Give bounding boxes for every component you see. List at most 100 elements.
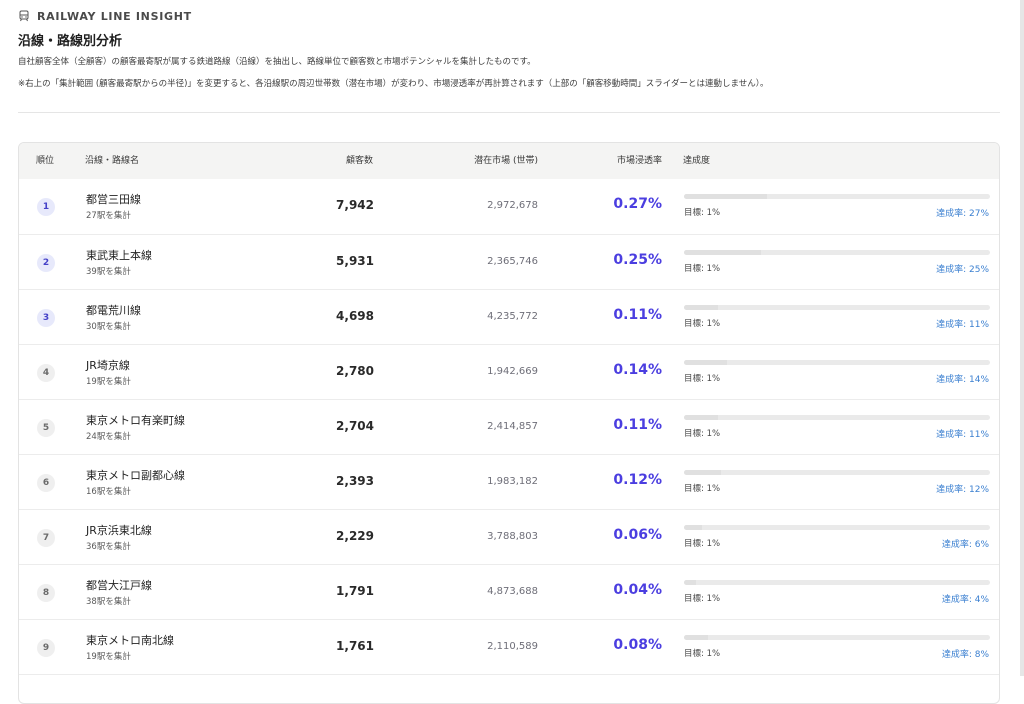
station-count: 19駅を集計 [86,652,131,662]
penetration-rate: 0.25% [613,252,662,268]
customer-count: 2,229 [336,529,374,543]
station-count: 30駅を集計 [86,322,131,332]
penetration-rate: 0.04% [613,582,662,598]
potential-market: 2,365,746 [487,256,538,267]
achievement-bar [684,525,990,530]
target-label: 目標: 1% [684,429,721,439]
rank-badge: 2 [37,254,55,272]
line-name: JR京浜東北線 [86,524,152,537]
rank-badge: 8 [37,584,55,602]
rank-badge: 5 [37,419,55,437]
achievement-rate: 達成率: 25% [936,265,989,275]
target-label: 目標: 1% [684,208,721,218]
eyebrow-label: RAILWAY LINE INSIGHT [37,9,192,23]
achievement-rate: 達成率: 6% [941,540,989,550]
achievement-rate: 達成率: 4% [941,595,989,605]
customer-count: 7,942 [336,198,374,212]
column-header-rank: 順位 [36,156,55,166]
table-row[interactable]: 7 JR京浜東北線 36駅を集計 2,229 3,788,803 0.06% 目… [19,509,999,564]
station-count: 24駅を集計 [86,432,131,442]
penetration-rate: 0.06% [613,527,662,543]
table-row[interactable]: 5 東京メトロ有楽町線 24駅を集計 2,704 2,414,857 0.11%… [19,399,999,454]
customer-count: 1,791 [336,584,374,598]
customer-count: 1,761 [336,639,374,653]
column-header-customers: 顧客数 [345,156,373,166]
table-row[interactable]: 1 都営三田線 27駅を集計 7,942 2,972,678 0.27% 目標:… [19,179,999,234]
window-edge [1020,0,1024,676]
potential-market: 2,972,678 [487,200,538,211]
page-header: RAILWAY LINE INSIGHT 沿線・路線別分析 自社顧客全体（全顧客… [18,8,1000,90]
railway-line-table: 順位 沿線・路線名 顧客数 潜在市場 (世帯) 市場浸透率 達成度 1 都営三田… [18,142,1000,704]
achievement-bar [684,360,990,365]
achievement-rate: 達成率: 11% [936,430,989,440]
achievement-rate: 達成率: 8% [941,650,989,660]
customer-count: 2,393 [336,474,374,488]
achievement-rate: 達成率: 12% [936,485,989,495]
achievement-bar-fill [684,635,709,640]
achievement-bar [684,635,990,640]
line-name: 都電荒川線 [86,304,141,317]
table-row[interactable]: 2 東武東上本線 39駅を集計 5,931 2,365,746 0.25% 目標… [19,234,999,289]
column-header-penetration: 市場浸透率 [616,156,662,166]
penetration-rate: 0.08% [613,637,662,653]
penetration-rate: 0.11% [613,307,662,323]
achievement-rate: 達成率: 14% [936,375,989,385]
page-description: 自社顧客全体（全顧客）の顧客最寄駅が属する鉄道路線（沿線）を抽出し、路線単位で顧… [18,57,536,67]
potential-market: 3,788,803 [487,531,538,542]
station-count: 36駅を集計 [86,542,131,552]
rank-badge: 6 [37,474,55,492]
penetration-rate: 0.14% [613,362,662,378]
table-body: 1 都営三田線 27駅を集計 7,942 2,972,678 0.27% 目標:… [19,179,999,703]
target-label: 目標: 1% [684,594,721,604]
achievement-bar-fill [684,194,767,199]
achievement-bar [684,305,990,310]
station-count: 38駅を集計 [86,597,131,607]
penetration-rate: 0.12% [613,472,662,488]
table-row[interactable]: 8 都営大江戸線 38駅を集計 1,791 4,873,688 0.04% 目標… [19,564,999,619]
table-row[interactable]: 4 JR埼京線 19駅を集計 2,780 1,942,669 0.14% 目標:… [19,344,999,399]
potential-market: 1,983,182 [487,476,538,487]
line-name: JR埼京線 [86,359,130,372]
achievement-bar [684,580,990,585]
customer-count: 4,698 [336,309,374,323]
achievement-bar [684,194,990,199]
achievement-bar-fill [684,470,721,475]
station-count: 16駅を集計 [86,487,131,497]
line-name: 東京メトロ有楽町線 [86,414,185,427]
achievement-bar-fill [684,360,727,365]
potential-market: 2,110,589 [487,641,538,652]
rank-badge: 7 [37,529,55,547]
potential-market: 2,414,857 [487,421,538,432]
target-label: 目標: 1% [684,374,721,384]
table-row[interactable]: 6 東京メトロ副都心線 16駅を集計 2,393 1,983,182 0.12%… [19,454,999,509]
target-label: 目標: 1% [684,264,721,274]
penetration-rate: 0.27% [613,196,662,212]
table-row[interactable] [19,674,999,703]
rank-badge: 4 [37,364,55,382]
station-count: 39駅を集計 [86,267,131,277]
rank-badge: 9 [37,639,55,657]
customer-count: 2,780 [336,364,374,378]
column-header-market: 潜在市場 (世帯) [474,156,538,166]
column-header-name: 沿線・路線名 [85,156,140,166]
table-row[interactable]: 9 東京メトロ南北線 19駅を集計 1,761 2,110,589 0.08% … [19,619,999,674]
achievement-bar-fill [684,415,718,420]
potential-market: 1,942,669 [487,366,538,377]
table-row[interactable]: 3 都電荒川線 30駅を集計 4,698 4,235,772 0.11% 目標:… [19,289,999,344]
target-label: 目標: 1% [684,319,721,329]
line-name: 都営大江戸線 [86,579,152,592]
achievement-bar [684,470,990,475]
achievement-bar-fill [684,305,718,310]
achievement-bar [684,415,990,420]
achievement-bar [684,250,990,255]
table-header: 順位 沿線・路線名 顧客数 潜在市場 (世帯) 市場浸透率 達成度 [19,143,999,179]
eyebrow: RAILWAY LINE INSIGHT [18,8,1000,24]
station-count: 19駅を集計 [86,377,131,387]
column-header-achievement: 達成度 [683,156,711,166]
divider [18,112,1000,113]
line-name: 東京メトロ副都心線 [86,469,185,482]
potential-market: 4,873,688 [487,586,538,597]
train-icon [19,10,29,22]
rank-badge: 1 [37,198,55,216]
achievement-bar-fill [684,525,703,530]
